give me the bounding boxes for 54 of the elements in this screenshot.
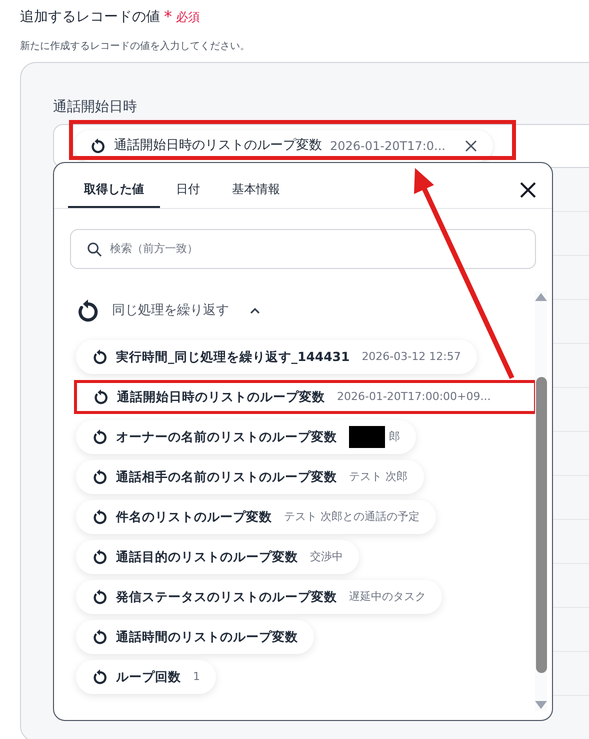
item-name: 件名のリストのループ変数 [116, 508, 272, 526]
loop-icon [92, 509, 108, 525]
item-name: 発信ステータスのリストのループ変数 [116, 588, 337, 606]
section-description: 新たに作成するレコードの値を入力してください。 [19, 40, 251, 54]
loop-icon [93, 389, 109, 405]
close-icon[interactable] [465, 140, 478, 152]
item-name: 通話時間のリストのループ変数 [116, 628, 298, 646]
loop-icon [90, 138, 106, 154]
chevron-icon[interactable] [249, 307, 261, 315]
item-value: テスト 次郎 [349, 468, 408, 485]
variable-item[interactable]: 通話相手の名前のリストのループ変数 テスト 次郎 [76, 460, 424, 494]
variable-item[interactable]: 件名のリストのループ変数 テスト 次郎との通話の予定 [76, 500, 436, 534]
field-label: 通話開始日時 [53, 98, 138, 117]
group-title[interactable]: 同じ処理を繰り返す [112, 301, 229, 321]
loop-icon [92, 629, 108, 645]
item-name: オーナーの名前のリストのループ変数 [116, 428, 337, 446]
required-label: 必須 [176, 9, 200, 26]
loop-icon [92, 669, 108, 685]
variable-item[interactable]: 通話開始日時のリストのループ変数 2026-01-20T17:00:00+09... [74, 380, 537, 414]
search-input[interactable]: 検索（前方一致） [110, 240, 519, 258]
item-name: 通話目的のリストのループ変数 [116, 548, 298, 566]
item-name: 通話開始日時のリストのループ変数 [117, 388, 325, 406]
loop-icon [92, 429, 108, 445]
loop-icon [76, 299, 100, 323]
item-value: 2026-01-20T17:00:00+09... [337, 388, 491, 405]
item-value: 1 [193, 668, 200, 685]
item-value: 遅延中のタスク [349, 588, 426, 605]
item-name: 通話相手の名前のリストのループ変数 [116, 468, 337, 486]
chip-value: 2026-01-20T17:0... [330, 138, 446, 155]
variable-item[interactable]: ループ回数 1 [76, 660, 216, 694]
close-icon[interactable] [520, 182, 536, 198]
loop-icon [92, 589, 108, 605]
item-value: 郎 [389, 428, 400, 445]
loop-icon [92, 469, 108, 485]
variable-item[interactable]: 実行時間_同じ処理を繰り返す_144431 2026-03-12 12:57 [76, 340, 477, 374]
item-name: ループ回数 [116, 668, 181, 686]
tab[interactable]: 取得した値 [68, 180, 160, 208]
variable-item[interactable]: 発信ステータスのリストのループ変数 遅延中のタスク [76, 580, 442, 614]
chip-name: 通話開始日時のリストのループ変数 [114, 137, 322, 156]
variable-item[interactable]: 通話時間のリストのループ変数 [76, 620, 314, 654]
loop-icon [92, 349, 108, 365]
search-field[interactable]: 検索（前方一致） [70, 229, 536, 269]
required-mark: * [164, 6, 172, 28]
search-icon [87, 242, 102, 256]
loop-icon [92, 549, 108, 565]
tab[interactable]: 基本情報 [216, 180, 296, 208]
item-value: 交渉中 [310, 548, 343, 565]
item-value: 2026-03-12 12:57 [362, 348, 461, 365]
item-name: 実行時間_同じ処理を繰り返す_144431 [116, 348, 350, 366]
section-title: 追加するレコードの値 [20, 8, 160, 26]
tab[interactable]: 日付 [160, 180, 216, 208]
variable-item[interactable]: 通話目的のリストのループ変数 交渉中 [76, 540, 359, 574]
variable-item[interactable]: オーナーの名前のリストのループ変数 郎 [76, 420, 416, 454]
item-value: テスト 次郎との通話の予定 [284, 508, 420, 525]
